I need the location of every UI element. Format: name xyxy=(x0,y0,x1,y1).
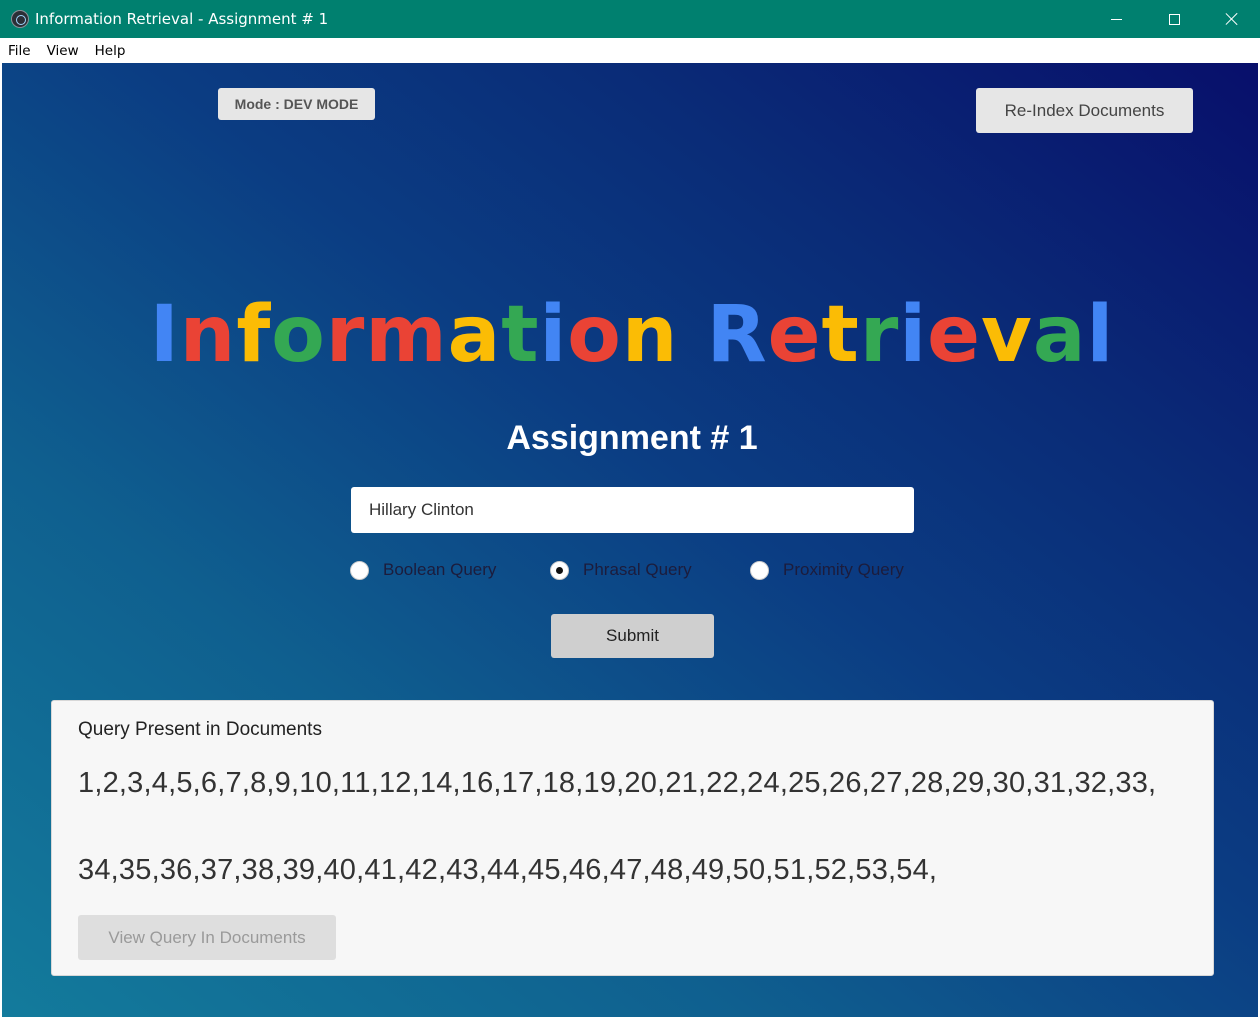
title-letter: r xyxy=(325,290,366,380)
results-document-list: 1,2,3,4,5,6,7,8,9,10,11,12,14,16,17,18,1… xyxy=(78,767,1157,799)
title-letter: R xyxy=(706,290,768,380)
results-heading: Query Present in Documents xyxy=(78,719,322,740)
radio-boolean-query[interactable]: Boolean Query xyxy=(350,558,496,582)
title-letter xyxy=(678,290,706,380)
title-letter: m xyxy=(365,290,448,380)
maximize-icon xyxy=(1168,13,1180,25)
radio-label: Phrasal Query xyxy=(583,560,692,579)
close-button[interactable] xyxy=(1203,0,1260,38)
title-bar: Information Retrieval - Assignment # 1 xyxy=(0,0,1260,38)
title-letter: a xyxy=(1032,290,1087,380)
reindex-documents-button[interactable]: Re-Index Documents xyxy=(976,88,1193,133)
title-letter: o xyxy=(567,290,622,380)
main-content: Mode : DEV MODE Re-Index Documents Infor… xyxy=(2,63,1258,1017)
minimize-button[interactable] xyxy=(1087,0,1145,38)
radio-proximity-query[interactable]: Proximity Query xyxy=(750,558,904,582)
title-letter: r xyxy=(859,290,900,380)
radio-label: Boolean Query xyxy=(383,560,497,579)
title-letter: n xyxy=(179,290,237,380)
title-letter: v xyxy=(980,290,1033,380)
title-letter: I xyxy=(149,290,180,380)
maximize-button[interactable] xyxy=(1145,0,1203,38)
window-title: Information Retrieval - Assignment # 1 xyxy=(35,10,329,28)
mode-badge: Mode : DEV MODE xyxy=(218,88,375,120)
radio-button-icon[interactable] xyxy=(350,560,369,580)
title-letter: o xyxy=(271,290,326,380)
radio-phrasal-query[interactable]: Phrasal Query xyxy=(550,558,692,582)
title-letter: t xyxy=(501,290,540,380)
title-letter: a xyxy=(447,290,502,380)
title-letter: f xyxy=(236,290,272,380)
title-letter: l xyxy=(1086,290,1115,380)
title-letter: e xyxy=(927,290,981,380)
minimize-icon xyxy=(1110,18,1122,20)
assignment-subtitle: Assignment # 1 xyxy=(506,419,758,457)
title-letter: e xyxy=(767,290,822,380)
title-letter: n xyxy=(621,290,679,380)
radio-button-icon[interactable] xyxy=(750,560,769,580)
menu-help[interactable]: Help xyxy=(95,43,126,59)
radio-button-icon[interactable] xyxy=(550,560,569,580)
results-document-list: 34,35,36,37,38,39,40,41,42,43,44,45,46,4… xyxy=(78,854,938,886)
menu-bar: File View Help xyxy=(0,38,1260,63)
submit-button[interactable]: Submit xyxy=(551,614,714,658)
app-title: Information Retrieval xyxy=(2,289,1258,381)
close-icon xyxy=(1225,12,1239,26)
results-panel: Query Present in Documents 1,2,3,4,5,6,7… xyxy=(51,700,1214,976)
menu-view[interactable]: View xyxy=(47,43,79,59)
electron-app-icon xyxy=(11,10,29,28)
title-letter: t xyxy=(821,290,860,380)
search-input[interactable] xyxy=(351,487,914,533)
view-query-in-documents-button[interactable]: View Query In Documents xyxy=(78,915,336,960)
radio-label: Proximity Query xyxy=(783,560,904,579)
title-letter: i xyxy=(539,290,568,380)
title-letter: i xyxy=(899,290,928,380)
menu-file[interactable]: File xyxy=(8,43,31,59)
